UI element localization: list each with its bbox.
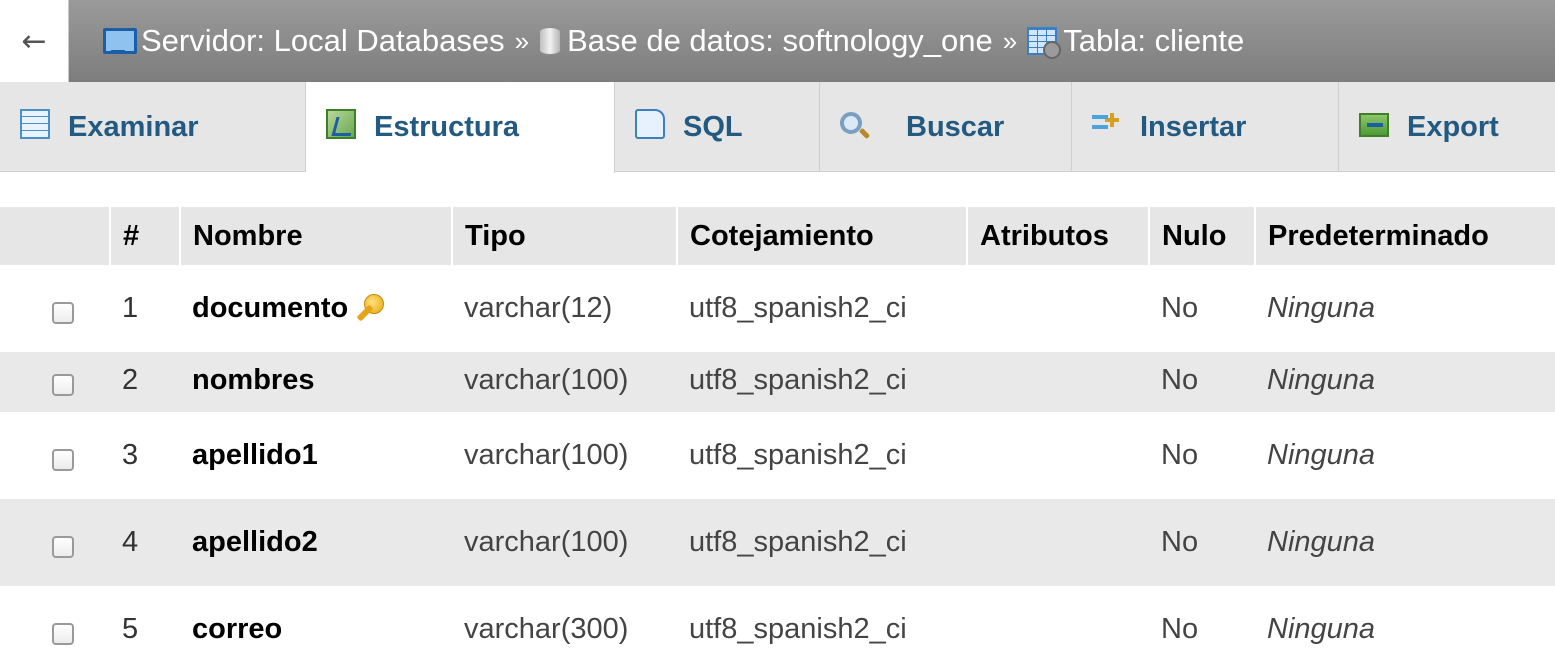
row-collation: utf8_spanish2_ci [677, 586, 967, 668]
header-collation[interactable]: Cotejamiento [677, 207, 968, 265]
row-name: apellido1 [192, 439, 318, 471]
row-name-cell: apellido2 [180, 499, 452, 586]
primary-key-icon [354, 294, 385, 324]
row-num: 1 [110, 265, 180, 352]
breadcrumb-table[interactable]: Tabla: cliente [1027, 23, 1244, 59]
row-name: documento [192, 292, 349, 324]
row-type: varchar(100) [452, 412, 677, 499]
row-collation: utf8_spanish2_ci [677, 265, 967, 352]
export-icon [1359, 113, 1389, 137]
insert-icon [1092, 109, 1122, 139]
row-checkbox-cell [0, 412, 110, 499]
row-name: apellido2 [192, 526, 318, 558]
row-attributes [967, 586, 1149, 668]
row-type: varchar(100) [452, 499, 677, 586]
row-null: No [1149, 265, 1255, 352]
table-icon [1027, 27, 1062, 59]
header-checkbox-col [0, 207, 111, 265]
row-attributes [967, 412, 1149, 499]
header-name[interactable]: Nombre [180, 207, 453, 265]
breadcrumb-separator: » [1002, 25, 1018, 56]
tab-label: Examinar [68, 110, 199, 143]
row-num: 2 [110, 352, 180, 412]
breadcrumb-bar: ← Servidor: Local Databases » Base de da… [0, 0, 1555, 82]
row-checkbox-cell [0, 499, 110, 586]
row-checkbox[interactable] [52, 536, 74, 559]
breadcrumb-separator: » [514, 25, 530, 56]
tab-sql[interactable]: SQL [615, 82, 820, 172]
row-name-cell: correo [180, 586, 452, 668]
row-null: No [1149, 586, 1255, 668]
row-name: nombres [192, 364, 315, 396]
header-type[interactable]: Tipo [452, 207, 678, 265]
row-default: Ninguna [1255, 586, 1555, 668]
back-button[interactable]: ← [0, 0, 69, 82]
header-attributes[interactable]: Atributos [967, 207, 1150, 265]
tab-label: Export [1407, 110, 1499, 143]
row-type: varchar(300) [452, 586, 677, 668]
row-name-cell: apellido1 [180, 412, 452, 499]
search-icon [840, 112, 862, 134]
row-checkbox[interactable] [52, 374, 74, 397]
tab-label: Estructura [374, 111, 520, 143]
row-default: Ninguna [1255, 352, 1555, 412]
row-name-cell: documento [180, 265, 452, 352]
row-num: 3 [110, 412, 180, 499]
row-type: varchar(100) [452, 352, 677, 412]
breadcrumb: Servidor: Local Databases » Base de dato… [69, 0, 1555, 82]
row-collation: utf8_spanish2_ci [677, 352, 967, 412]
table-row: 2 nombres varchar(100) utf8_spanish2_ci … [0, 352, 1555, 412]
row-collation: utf8_spanish2_ci [677, 412, 967, 499]
tab-estructura[interactable]: Estructura [306, 82, 615, 173]
browse-icon [20, 109, 50, 139]
row-attributes [967, 352, 1149, 412]
breadcrumb-table-label[interactable]: Tabla: cliente [1063, 23, 1244, 59]
row-num: 4 [110, 499, 180, 586]
row-name-cell: nombres [180, 352, 452, 412]
tab-label: SQL [683, 110, 743, 143]
row-attributes [967, 265, 1149, 352]
row-num: 5 [110, 586, 180, 668]
tab-label: Insertar [1140, 110, 1247, 143]
table-row: 1 documento varchar(12) utf8_spanish2_ci… [0, 265, 1555, 352]
row-type: varchar(12) [452, 265, 677, 352]
row-name: correo [192, 613, 283, 645]
server-icon [103, 26, 137, 56]
row-checkbox-cell [0, 586, 110, 668]
database-icon [539, 27, 562, 55]
row-attributes [967, 499, 1149, 586]
header-default[interactable]: Predeterminado [1255, 207, 1555, 265]
header-null[interactable]: Nulo [1149, 207, 1256, 265]
row-null: No [1149, 352, 1255, 412]
tab-examinar[interactable]: Examinar [0, 82, 306, 172]
row-collation: utf8_spanish2_ci [677, 499, 967, 586]
row-default: Ninguna [1255, 499, 1555, 586]
table-row: 5 correo varchar(300) utf8_spanish2_ci N… [0, 586, 1555, 668]
row-checkbox[interactable] [52, 623, 74, 646]
structure-table: # Nombre Tipo Cotejamiento Atributos Nul… [0, 207, 1555, 668]
breadcrumb-database[interactable]: Base de datos: softnology_one [539, 23, 993, 59]
header-num[interactable]: # [110, 207, 181, 265]
table-row: 4 apellido2 varchar(100) utf8_spanish2_c… [0, 499, 1555, 586]
tab-label: Buscar [906, 110, 1005, 143]
row-default: Ninguna [1255, 412, 1555, 499]
tab-bar: Examinar Estructura SQL Buscar Insertar … [0, 82, 1555, 173]
tab-buscar[interactable]: Buscar [820, 82, 1072, 172]
breadcrumb-server-label[interactable]: Servidor: Local Databases [141, 23, 505, 59]
row-checkbox[interactable] [52, 302, 74, 325]
structure-icon [326, 109, 356, 139]
table-row: 3 apellido1 varchar(100) utf8_spanish2_c… [0, 412, 1555, 499]
row-default: Ninguna [1255, 265, 1555, 352]
table-header-row: # Nombre Tipo Cotejamiento Atributos Nul… [0, 207, 1555, 265]
sql-icon [635, 109, 665, 139]
breadcrumb-server[interactable]: Servidor: Local Databases [103, 23, 505, 59]
row-checkbox[interactable] [52, 449, 74, 472]
row-null: No [1149, 412, 1255, 499]
tab-insertar[interactable]: Insertar [1072, 82, 1339, 172]
row-null: No [1149, 499, 1255, 586]
breadcrumb-database-label[interactable]: Base de datos: softnology_one [567, 23, 993, 59]
row-checkbox-cell [0, 352, 110, 412]
row-checkbox-cell [0, 265, 110, 352]
tab-export[interactable]: Export [1339, 82, 1555, 172]
